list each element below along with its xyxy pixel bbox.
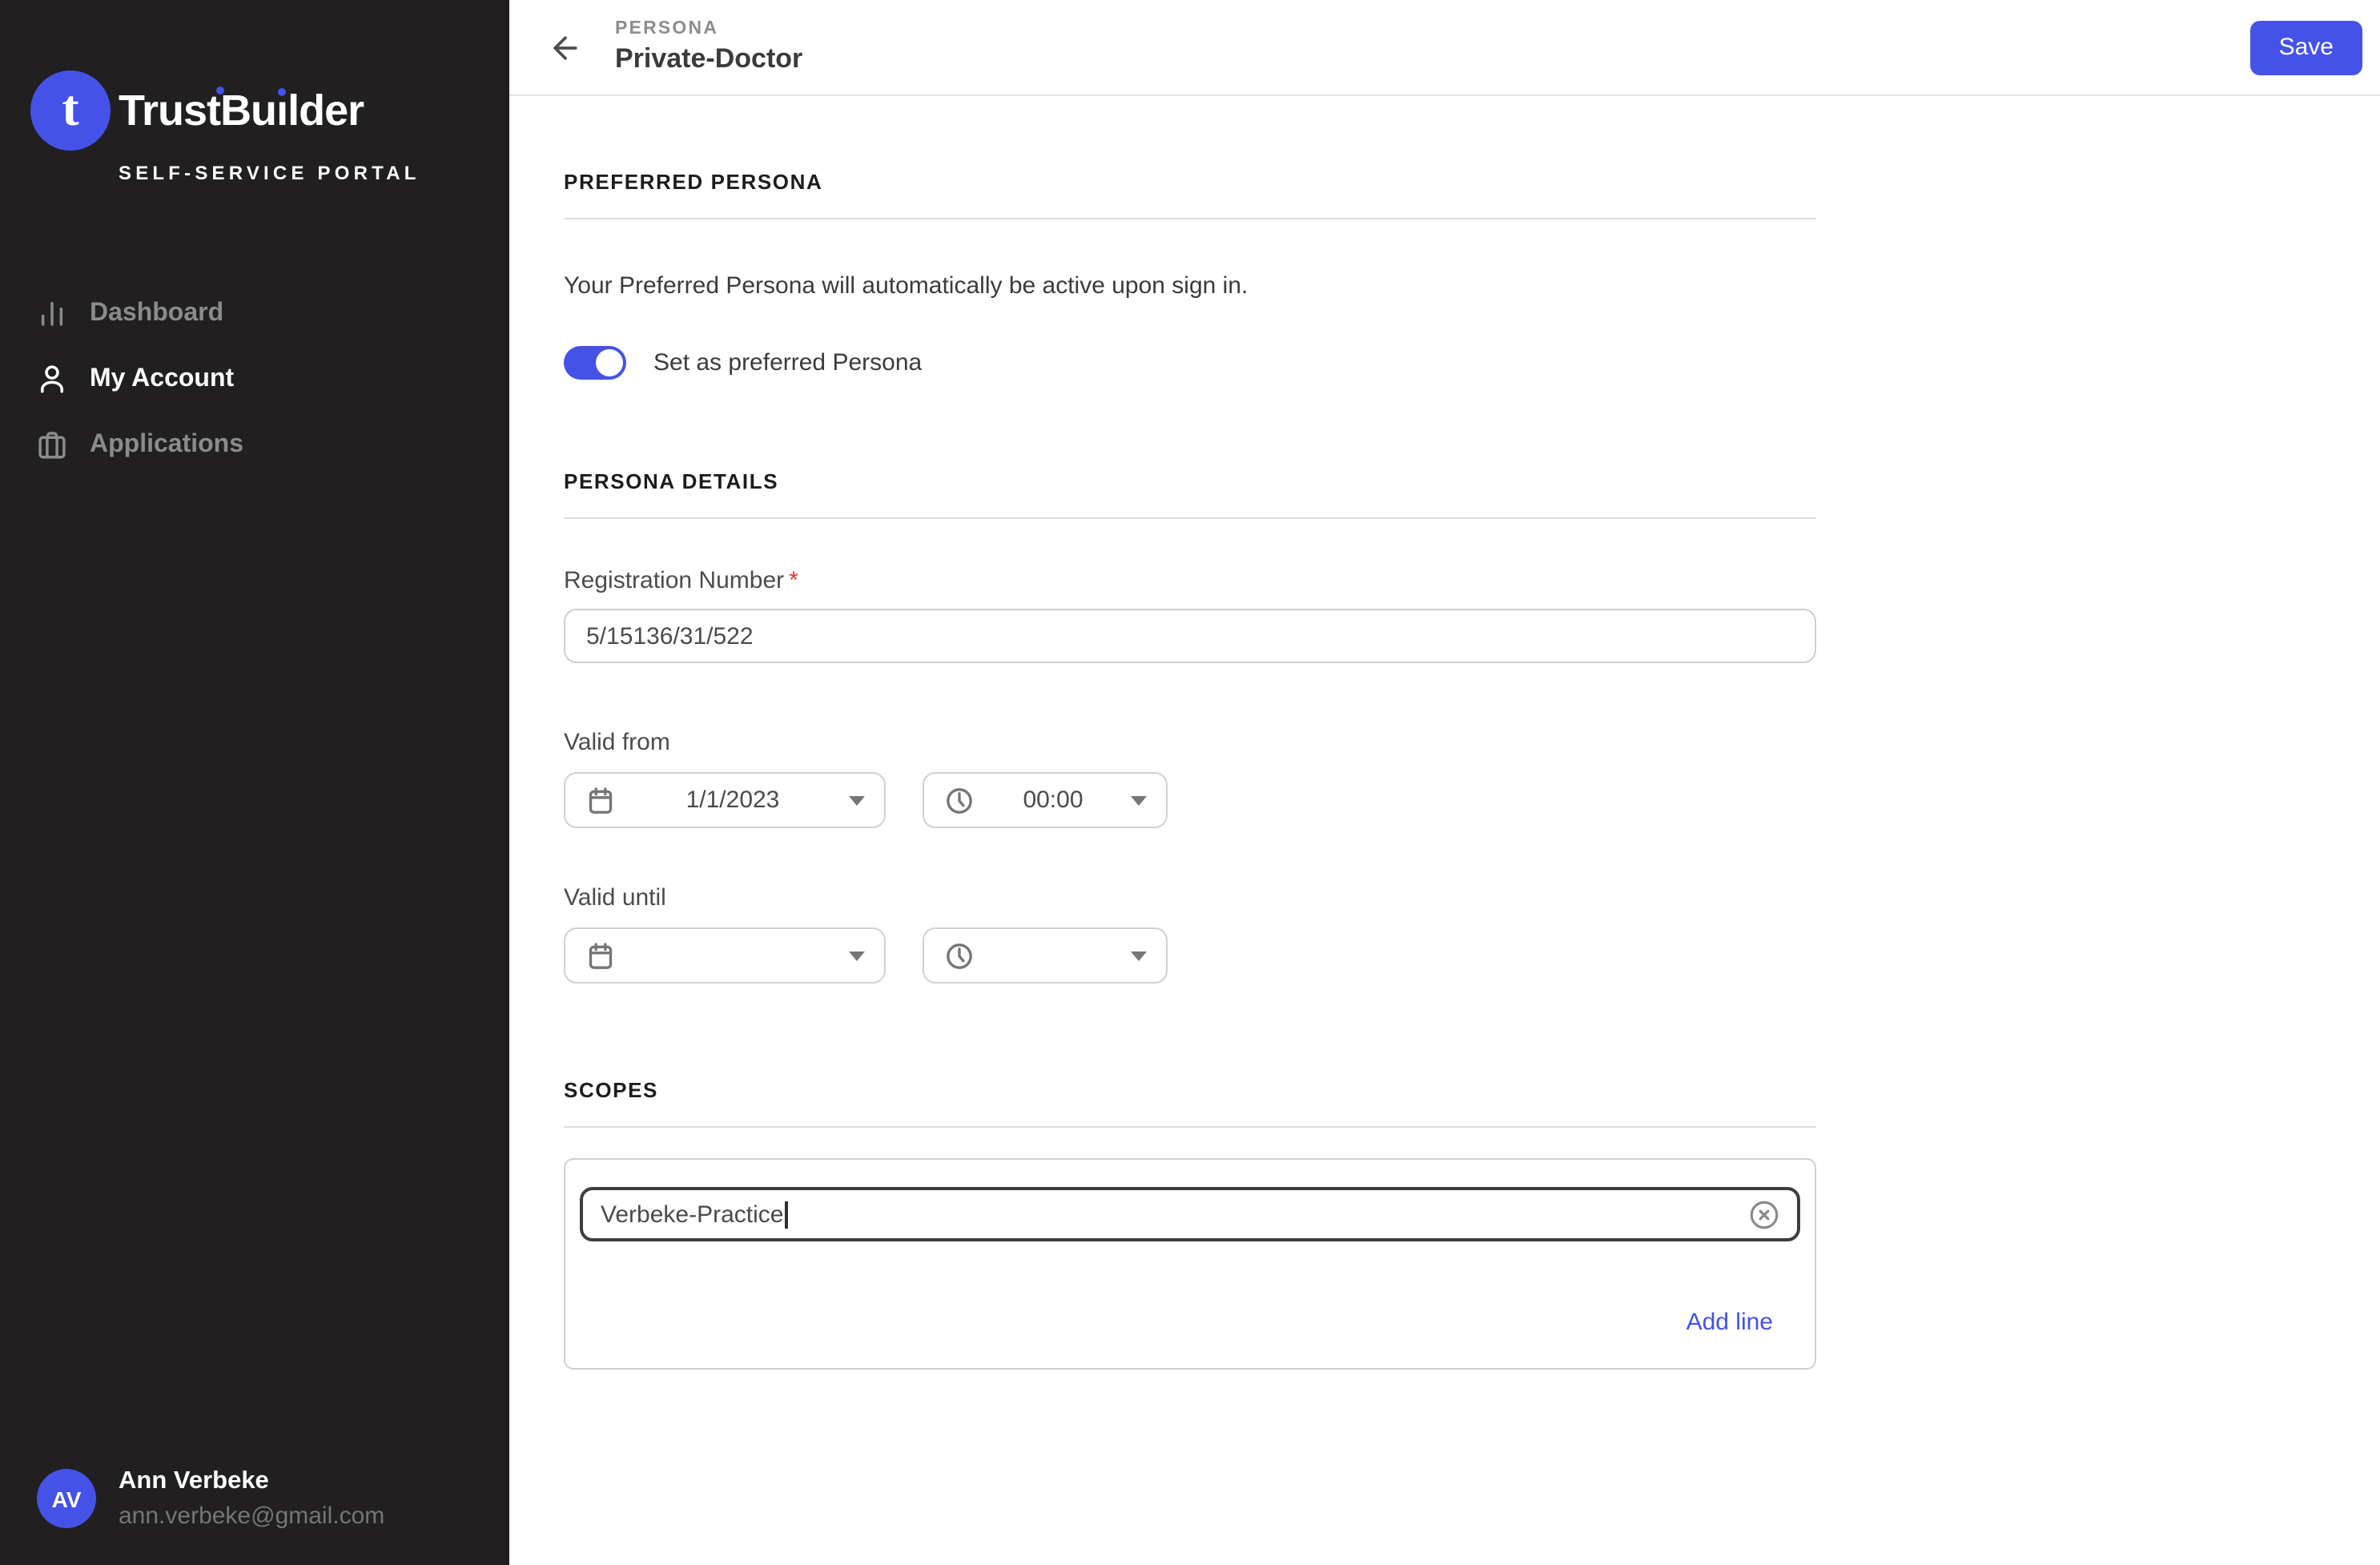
back-button[interactable] [543,25,588,70]
brand-part: Trus [119,86,207,134]
brand-logo: t TrustBuılder [30,70,509,151]
user-icon [35,362,69,396]
valid-until-row [564,927,1816,984]
chevron-down-icon [849,951,865,960]
clock-icon [943,939,975,972]
page-eyebrow: PERSONA [615,19,802,38]
valid-until-time-picker[interactable] [923,927,1168,984]
preferred-persona-toggle[interactable] [564,346,626,380]
toggle-knob [596,349,623,376]
divider [564,1126,1816,1128]
brand-part: ı [276,86,287,135]
clear-circle-icon [1747,1197,1781,1231]
user-info: Ann Verbeke ann.verbeke@gmail.com [119,1467,384,1530]
brand-accent-dot [215,86,223,94]
user-name: Ann Verbeke [119,1467,384,1496]
page-header: PERSONA Private-Doctor Save [509,0,2380,96]
sidebar-item-dashboard[interactable]: Dashboard [0,280,509,346]
calendar-icon [585,784,617,816]
page-title: Private-Doctor [615,43,802,75]
add-line-row: Add line [580,1309,1800,1336]
avatar: AV [37,1469,96,1528]
divider [564,218,1816,219]
brand-part: t [207,86,220,135]
chevron-down-icon [1131,795,1147,805]
brand-subtitle: SELF-SERVICE PORTAL [119,162,509,184]
valid-from-date-value: 1/1/2023 [617,787,849,814]
valid-until-date-picker[interactable] [564,927,886,984]
clear-scope-button[interactable] [1747,1197,1781,1231]
scope-line-value: Verbeke-Practice [601,1201,783,1228]
registration-number-field[interactable]: 5/15136/31/522 [564,609,1816,663]
sidebar-item-label: Dashboard [90,299,223,328]
required-asterisk: * [789,567,798,594]
divider [564,517,1816,519]
valid-from-row: 1/1/2023 00:00 [564,772,1816,828]
sidebar: t TrustBuılder SELF-SERVICE PORTAL Dashb… [0,0,509,1565]
clock-icon [943,784,975,816]
preferred-persona-row: Set as preferred Persona [564,346,1816,380]
preferred-persona-description: Your Preferred Persona will automaticall… [564,272,1816,300]
sidebar-item-applications[interactable]: Applications [0,412,509,477]
preferred-persona-heading: PREFERRED PERSONA [564,170,1816,194]
persona-details-heading: PERSONA DETAILS [564,469,1816,493]
registration-number-value: 5/15136/31/522 [586,622,754,650]
add-line-link[interactable]: Add line [1687,1309,1773,1336]
user-email: ann.verbeke@gmail.com [119,1503,384,1530]
main-area: PERSONA Private-Doctor Save PREFERRED PE… [509,0,2380,1565]
chevron-down-icon [1131,951,1147,960]
registration-number-label: Registration Number* [564,567,1816,594]
toggle-label: Set as preferred Persona [653,349,922,376]
trustbuilder-logo-icon: t [30,70,111,151]
brand-part: lder [287,86,364,134]
arrow-left-icon [548,30,583,65]
bar-chart-icon [35,296,69,330]
brand-part: Bu [220,86,276,134]
briefcase-icon [35,428,69,461]
valid-from-time-picker[interactable]: 00:00 [923,772,1168,828]
scopes-card: Verbeke-Practice Add line [564,1158,1816,1370]
text-cursor [785,1201,787,1228]
sidebar-item-label: My Account [90,364,234,393]
sidebar-item-my-account[interactable]: My Account [0,346,509,412]
valid-from-label: Valid from [564,729,1816,756]
calendar-icon [585,939,617,972]
valid-until-label: Valid until [564,884,1816,911]
user-profile[interactable]: AV Ann Verbeke ann.verbeke@gmail.com [0,1467,509,1565]
save-button[interactable]: Save [2250,20,2362,74]
brand-name: TrustBuılder [119,86,364,135]
chevron-down-icon [849,795,865,805]
scope-line-input[interactable]: Verbeke-Practice [580,1187,1800,1241]
logo-letter: t [62,78,78,138]
form-content: PREFERRED PERSONA Your Preferred Persona… [564,96,1816,1370]
sidebar-item-label: Applications [90,430,243,459]
valid-from-time-value: 00:00 [975,787,1131,814]
brand-accent-dot [278,87,286,95]
sidebar-nav: Dashboard My Account Applications [0,280,509,477]
valid-from-date-picker[interactable]: 1/1/2023 [564,772,886,828]
app-root: t TrustBuılder SELF-SERVICE PORTAL Dashb… [0,0,2380,1565]
scopes-heading: SCOPES [564,1078,1816,1102]
title-group: PERSONA Private-Doctor [615,19,802,75]
